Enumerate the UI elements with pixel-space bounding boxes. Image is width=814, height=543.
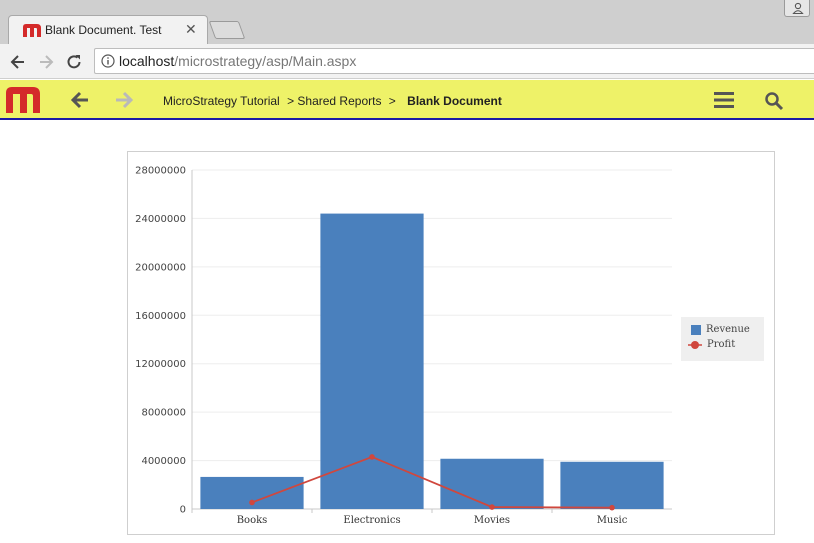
breadcrumb: MicroStrategy Tutorial > Shared Reports …: [163, 94, 506, 108]
bar-electronics[interactable]: [320, 213, 424, 510]
y-tick-label: 4000000: [141, 456, 186, 467]
profit-point-electronics[interactable]: [369, 454, 375, 460]
breadcrumb-shared-reports[interactable]: > Shared Reports: [287, 94, 381, 108]
legend-profit-label: Profit: [707, 339, 736, 350]
person-icon: [792, 2, 804, 15]
arrow-right-icon[interactable]: [36, 52, 56, 72]
chart-panel: 0 4000000 8000000 12000000 16000000 20000000 2…: [127, 151, 775, 535]
forward-arrow-icon[interactable]: [114, 91, 134, 109]
microstrategy-logo-icon[interactable]: [6, 87, 40, 113]
reload-icon[interactable]: [64, 52, 84, 72]
url-path: /microstrategy/asp/Main.aspx: [174, 53, 357, 69]
app-header: MicroStrategy Tutorial > Shared Reports …: [0, 80, 814, 120]
address-bar[interactable]: localhost/microstrategy/asp/Main.aspx: [94, 48, 814, 74]
y-tick-label: 24000000: [135, 214, 186, 225]
legend-revenue-label: Revenue: [706, 324, 750, 335]
revenue-profit-chart[interactable]: 0 4000000 8000000 12000000 16000000 20000000 2…: [128, 152, 774, 534]
profile-button[interactable]: [784, 0, 810, 17]
info-icon[interactable]: [101, 54, 115, 68]
y-tick-label: 28000000: [135, 166, 186, 177]
y-tick-label: 8000000: [141, 408, 186, 419]
breadcrumb-separator: >: [388, 94, 396, 108]
tab-title: Blank Document. Test: [45, 23, 162, 37]
bar-movies[interactable]: [440, 458, 544, 509]
new-tab-button[interactable]: [208, 21, 246, 39]
breadcrumb-microstrategy-tutorial[interactable]: MicroStrategy Tutorial: [163, 94, 280, 108]
profit-point-music[interactable]: [609, 504, 615, 511]
browser-toolbar: localhost/microstrategy/asp/Main.aspx: [0, 44, 814, 79]
microstrategy-m-icon: [23, 24, 41, 37]
back-arrow-icon[interactable]: [70, 91, 90, 109]
legend-revenue-swatch: [691, 324, 701, 335]
legend-profit[interactable]: Profit: [688, 339, 736, 353]
profit-point-books[interactable]: [249, 499, 255, 506]
profit-line: [251, 455, 613, 509]
address-url: localhost/microstrategy/asp/Main.aspx: [119, 53, 356, 69]
profit-point-movies[interactable]: [489, 504, 495, 510]
x-category-label: Music: [597, 515, 628, 526]
tab-close-icon[interactable]: ✕: [185, 21, 197, 38]
search-icon[interactable]: [764, 91, 784, 111]
hamburger-icon[interactable]: [714, 92, 734, 108]
bar-music[interactable]: [560, 461, 664, 509]
url-host: localhost: [119, 53, 175, 69]
breadcrumb-current-document: Blank Document: [407, 94, 502, 108]
legend-revenue[interactable]: Revenue: [691, 324, 750, 338]
y-tick-label: 20000000: [135, 262, 186, 273]
chart-legend: Revenue Profit: [681, 317, 764, 361]
x-category-label: Movies: [474, 515, 510, 526]
x-category-label: Electronics: [343, 515, 400, 526]
x-category-label: Books: [237, 515, 268, 526]
legend-profit-swatch: [688, 340, 702, 349]
browser-tab-strip: Blank Document. Test ✕: [0, 0, 814, 44]
arrow-left-icon[interactable]: [8, 52, 28, 72]
y-tick-label: 12000000: [135, 359, 186, 370]
y-tick-label: 16000000: [135, 311, 186, 322]
browser-tab[interactable]: Blank Document. Test ✕: [8, 15, 208, 44]
y-tick-label: 0: [180, 505, 186, 516]
